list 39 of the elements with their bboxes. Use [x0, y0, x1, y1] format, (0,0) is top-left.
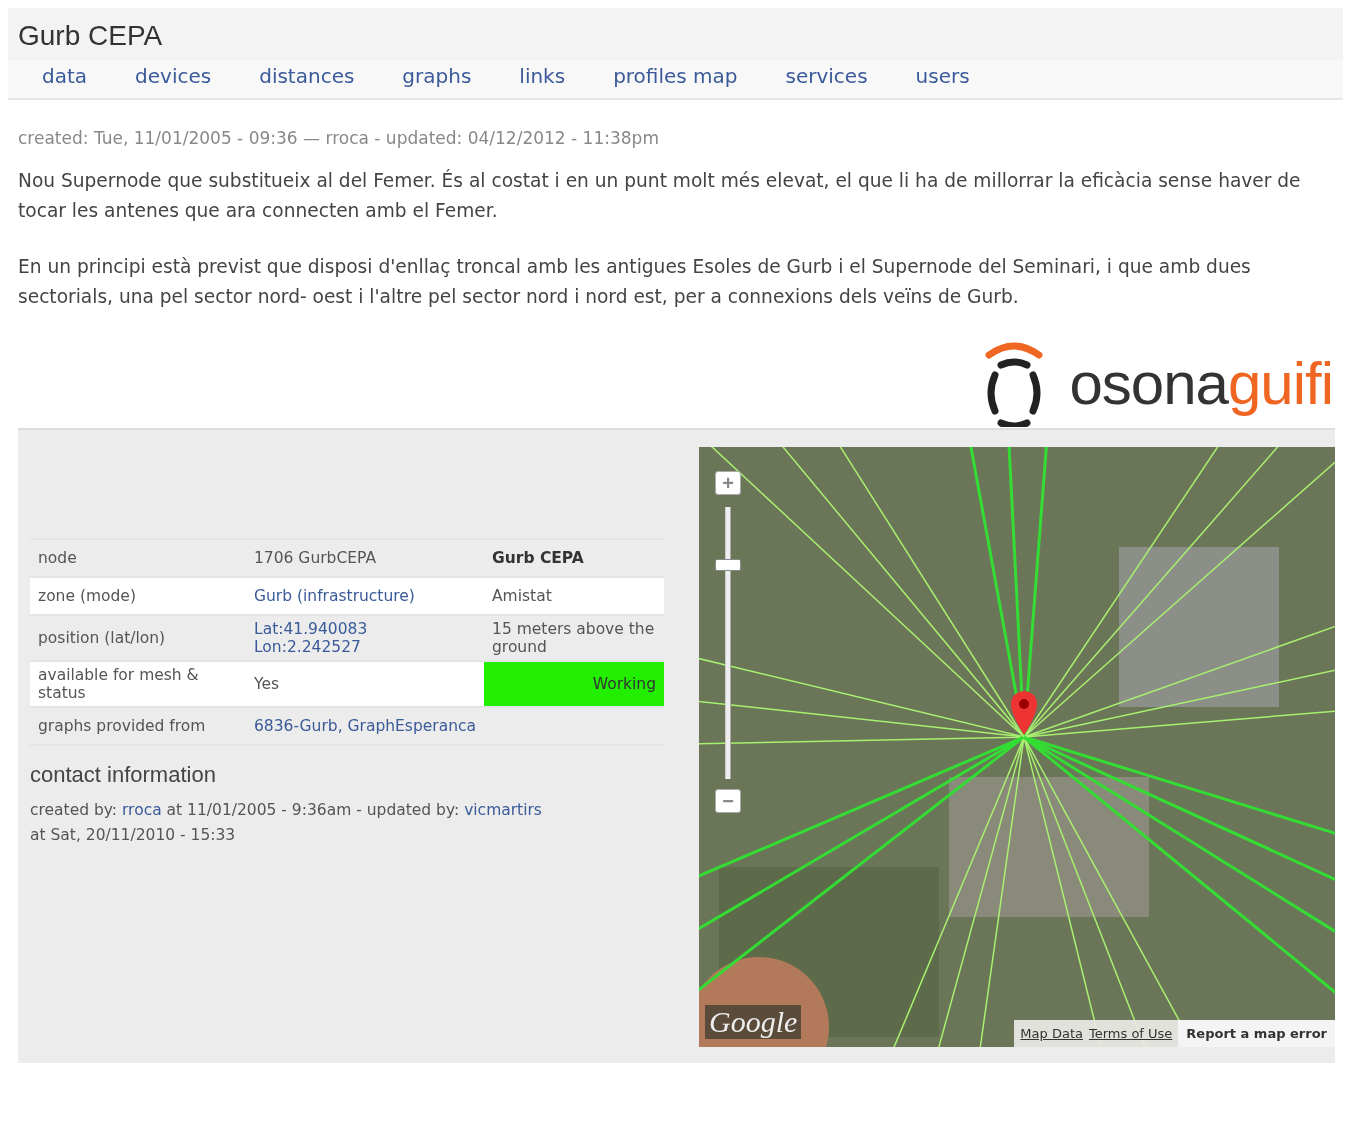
report-link[interactable]: Report a map error	[1178, 1020, 1335, 1047]
nav-tab[interactable]: links	[499, 64, 594, 88]
zoom-out-button[interactable]: −	[715, 789, 741, 813]
user-link[interactable]: vicmartirs	[464, 801, 542, 819]
nav-tab[interactable]: users	[895, 64, 998, 88]
row-label: position (lat/lon)	[30, 615, 246, 661]
zoom-in-button[interactable]: +	[715, 471, 741, 495]
row-label: node	[30, 539, 246, 577]
table-cell: 15 meters above the ground	[484, 615, 664, 661]
row-label: zone (mode)	[30, 577, 246, 615]
description-paragraph: En un principi està previst que disposi d'enllaç troncal amb les antigues Esoles de Gurb i el Supernode del Seminari, i que amb dues sectorials, una pel sector nord- oest i l'altre pel sector nord i nord est, per a connexions dels veïns de Gurb.	[18, 255, 1252, 309]
map-logo: Google	[705, 1005, 802, 1039]
row-label: graphs provided from	[30, 707, 246, 745]
status-cell: Working	[484, 661, 664, 707]
description-paragraph: Nou Supernode que substitueix al del Femer. És al costat i en un punt molt més elevat, el que li ha de millorrar la eficàcia sense haver de tocar les antenes que ara connecten amb el Femer.	[18, 168, 1302, 223]
row-label: available for mesh & status	[30, 661, 246, 707]
nav-tab[interactable]: profiles map	[593, 64, 766, 88]
logo-text: osonaguifi	[1069, 348, 1333, 418]
page-title: Gurb CEPA	[17, 19, 164, 53]
zoom-slider-thumb[interactable]	[715, 559, 741, 571]
cell-link[interactable]: Gurb (infrastructure)	[246, 577, 484, 615]
map-pin-icon[interactable]	[1009, 689, 1039, 737]
node-name: Gurb CEPA	[484, 539, 664, 577]
nav-tab[interactable]: services	[765, 64, 896, 88]
nav-tab[interactable]: devices	[115, 64, 240, 88]
cell-link[interactable]: 6836-Gurb, GraphEsperanca	[246, 707, 484, 745]
table-cell: 1706 GurbCEPA	[246, 539, 484, 577]
map-link[interactable]: Map Data	[1020, 1026, 1083, 1041]
cell-link[interactable]: Lat:41.940083 Lon:2.242527	[246, 615, 484, 661]
nav-tab[interactable]: graphs	[382, 64, 500, 88]
node-meta: created: Tue, 11/01/2005 - 09:36 — rroca - updated: 04/12/2012 - 11:38pm	[18, 128, 660, 148]
nav-tab[interactable]: data	[22, 64, 116, 88]
table-cell: Amistat	[484, 577, 664, 615]
table-cell: Yes	[246, 661, 484, 707]
nav-tab[interactable]: distances	[239, 64, 383, 88]
section-heading: contact information	[30, 762, 217, 788]
user-link[interactable]: rroca	[122, 801, 162, 819]
map-link[interactable]: Terms of Use	[1088, 1026, 1173, 1041]
contact-text: created by: rroca at 11/01/2005 - 9:36am - updated by: vicmartirs at Sat, 20/11/2010 - 15:33	[30, 800, 543, 846]
